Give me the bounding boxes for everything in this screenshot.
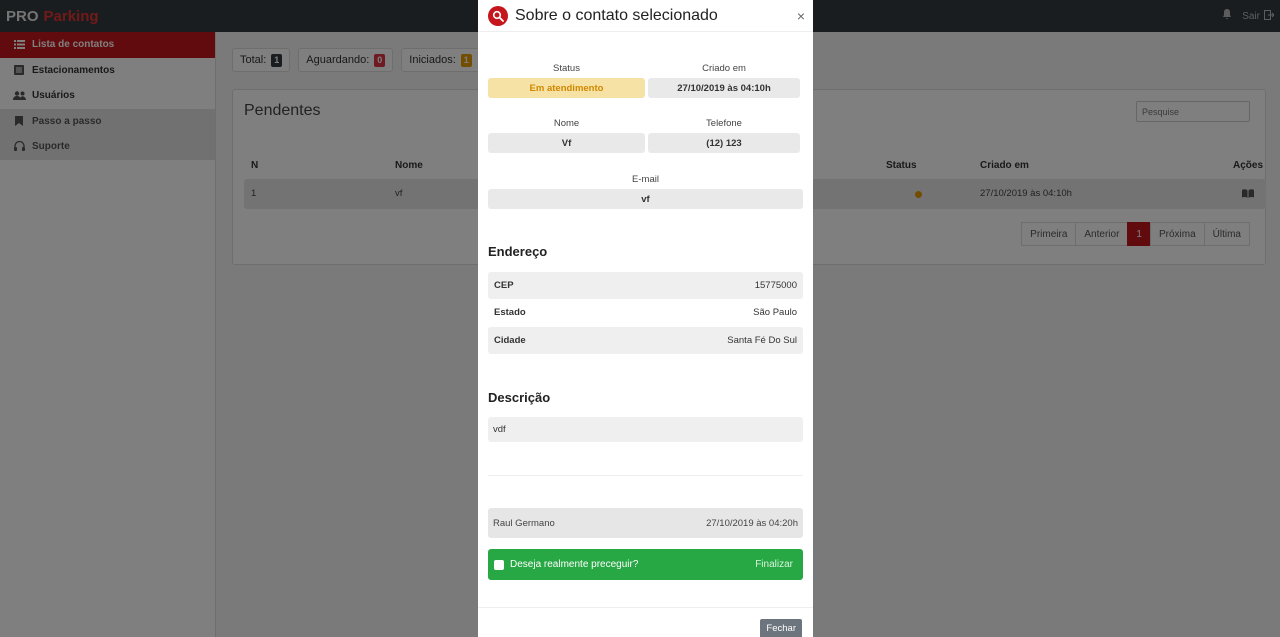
phone-label: Telefone [706, 118, 742, 129]
contact-details-modal: Sobre o contato selecionado × Status Em … [478, 0, 813, 637]
email-value: vf [488, 189, 803, 209]
state-label: Estado [494, 307, 526, 318]
status-label: Status [553, 63, 580, 74]
status-badge: Em atendimento [488, 78, 645, 98]
history-user: Raul Germano [493, 517, 555, 529]
cep-value: 15775000 [754, 280, 797, 291]
city-value: Santa Fé Do Sul [727, 335, 797, 346]
description-heading: Descrição [488, 390, 551, 405]
search-icon [488, 6, 508, 26]
address-row-city: Cidade Santa Fé Do Sul [488, 327, 803, 354]
modal-title: Sobre o contato selecionado [515, 7, 718, 24]
history-row: Raul Germano 27/10/2019 às 04:20h [488, 508, 803, 538]
modal-header: Sobre o contato selecionado × [478, 0, 813, 32]
address-row-cep: CEP 15775000 [488, 272, 803, 299]
close-button[interactable]: Fechar [760, 619, 802, 637]
address-heading: Endereço [488, 244, 548, 259]
created-label: Criado em [702, 63, 746, 74]
name-label: Nome [553, 118, 580, 129]
state-value: São Paulo [753, 307, 797, 318]
confirm-question: Deseja realmente preceguir? [510, 559, 639, 570]
divider [488, 475, 803, 476]
confirm-checkbox[interactable] [494, 559, 504, 570]
address-row-state: Estado São Paulo [488, 299, 803, 326]
phone-value: (12) 123 [648, 133, 800, 153]
close-icon[interactable]: × [797, 8, 805, 24]
name-value: Vf [488, 133, 645, 153]
city-label: Cidade [494, 335, 526, 346]
finish-button[interactable]: Finalizar [755, 559, 793, 570]
history-date: 27/10/2019 às 04:20h [706, 517, 798, 529]
description-value: vdf [488, 417, 803, 442]
email-label: E-mail [632, 174, 659, 185]
confirm-finish-bar: Deseja realmente preceguir? Finalizar [488, 549, 803, 580]
cep-label: CEP [494, 280, 514, 291]
created-value: 27/10/2019 às 04:10h [648, 78, 800, 98]
